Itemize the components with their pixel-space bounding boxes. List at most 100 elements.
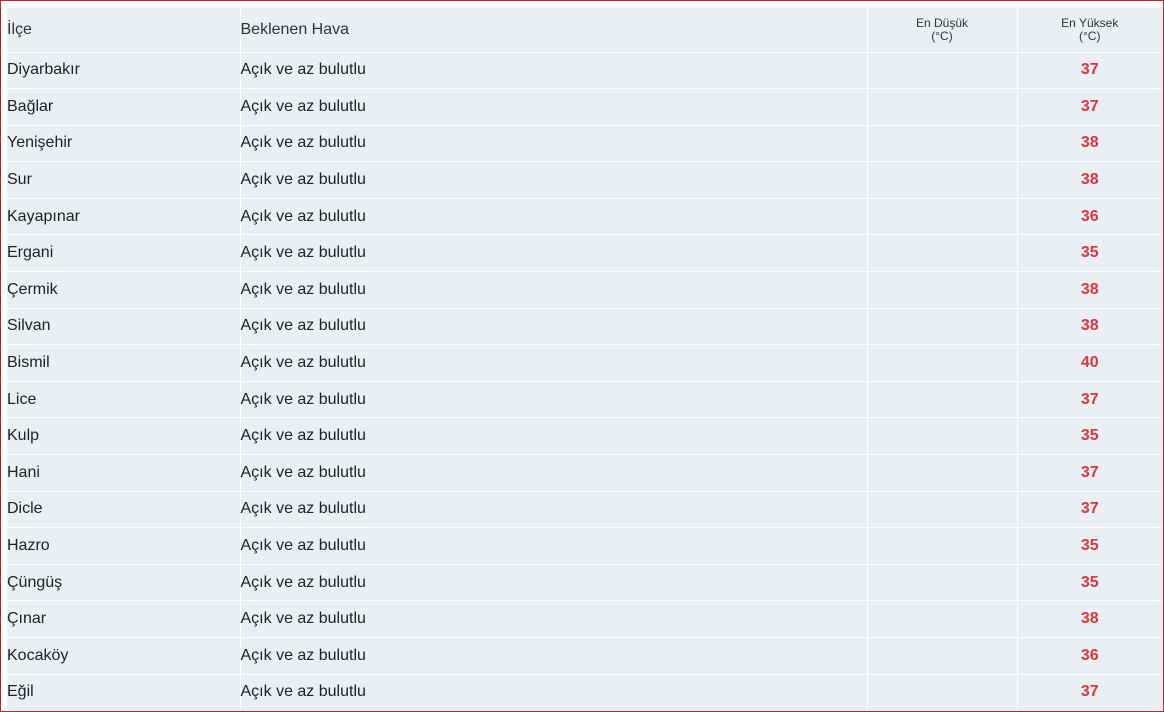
min-temp-cell: [866, 125, 1017, 163]
max-temp-cell: 35: [1016, 527, 1162, 565]
weather-cell: Açık ve az bulutlu: [239, 381, 867, 419]
max-temp-cell: 38: [1016, 161, 1162, 199]
district-cell: Lice: [7, 381, 240, 419]
min-temp-cell: [866, 564, 1017, 602]
min-temp-cell: [866, 454, 1017, 492]
weather-cell: Açık ve az bulutlu: [239, 308, 867, 346]
max-temp-cell: 37: [1016, 454, 1162, 492]
max-temp-cell: 37: [1016, 491, 1162, 529]
weather-cell: Açık ve az bulutlu: [239, 674, 867, 712]
column-header-weather: Beklenen Hava: [239, 8, 867, 53]
min-temp-cell: [866, 527, 1017, 565]
weather-cell: Açık ve az bulutlu: [239, 52, 867, 90]
district-cell: Kayapınar: [7, 198, 240, 236]
weather-cell: Açık ve az bulutlu: [239, 198, 867, 236]
max-temp-cell: 38: [1016, 308, 1162, 346]
district-cell: Hani: [7, 454, 240, 492]
forecast-frame: İlçe Beklenen Hava En Düşük (°C) En Yüks…: [0, 0, 1164, 712]
district-cell: Dicle: [7, 491, 240, 529]
max-temp-header-label: En Yüksek: [1061, 15, 1119, 30]
weather-cell: Açık ve az bulutlu: [239, 88, 867, 126]
table-row: Silvan Açık ve az bulutlu 38: [7, 308, 1162, 346]
max-temp-cell: 38: [1016, 600, 1162, 638]
min-temp-cell: [866, 344, 1017, 382]
max-temp-cell: 35: [1016, 417, 1162, 456]
district-cell: Silvan: [7, 308, 240, 346]
district-cell: Çüngüş: [7, 564, 240, 602]
table-row: Diyarbakır Açık ve az bulutlu 37: [7, 52, 1162, 90]
max-temp-header-unit: (°C): [1079, 28, 1101, 43]
min-temp-cell: [866, 234, 1017, 273]
district-cell: Eğil: [7, 674, 240, 712]
table-row: Çınar Açık ve az bulutlu 38: [7, 600, 1162, 638]
table-row: Hazro Açık ve az bulutlu 35: [7, 527, 1162, 565]
min-temp-cell: [866, 637, 1017, 675]
weather-cell: Açık ve az bulutlu: [239, 344, 867, 382]
table-row: Bağlar Açık ve az bulutlu 37: [7, 88, 1162, 126]
column-header-max-temp: En Yüksek (°C): [1016, 8, 1162, 53]
district-cell: Çermik: [7, 271, 240, 309]
table-row: Ergani Açık ve az bulutlu 35: [7, 234, 1162, 273]
weather-cell: Açık ve az bulutlu: [239, 527, 867, 565]
weather-cell: Açık ve az bulutlu: [239, 271, 867, 309]
table-row: Yenişehir Açık ve az bulutlu 38: [7, 125, 1162, 163]
weather-cell: Açık ve az bulutlu: [239, 161, 867, 199]
table-row: Çüngüş Açık ve az bulutlu 35: [7, 564, 1162, 602]
table-row: Kayapınar Açık ve az bulutlu 36: [7, 198, 1162, 236]
district-cell: Yenişehir: [7, 125, 240, 163]
max-temp-cell: 36: [1016, 637, 1162, 675]
min-temp-cell: [866, 491, 1017, 529]
district-cell: Çınar: [7, 600, 240, 638]
district-cell: Diyarbakır: [7, 52, 240, 90]
max-temp-cell: 36: [1016, 198, 1162, 236]
district-cell: Hazro: [7, 527, 240, 565]
district-cell: Kulp: [7, 417, 240, 456]
min-temp-cell: [866, 600, 1017, 638]
max-temp-cell: 37: [1016, 52, 1162, 90]
min-temp-cell: [866, 308, 1017, 346]
weather-cell: Açık ve az bulutlu: [239, 637, 867, 675]
min-temp-header-label: En Düşük: [915, 15, 969, 30]
min-temp-cell: [866, 417, 1017, 456]
weather-cell: Açık ve az bulutlu: [239, 125, 867, 163]
min-temp-cell: [866, 198, 1017, 236]
weather-cell: Açık ve az bulutlu: [239, 600, 867, 638]
min-temp-cell: [866, 52, 1017, 90]
weather-cell: Açık ve az bulutlu: [239, 564, 867, 602]
max-temp-cell: 40: [1016, 344, 1162, 382]
weather-cell: Açık ve az bulutlu: [239, 234, 867, 273]
district-cell: Sur: [7, 161, 240, 199]
table-body: Diyarbakır Açık ve az bulutlu 37 Bağlar Açık…: [7, 52, 1162, 712]
weather-cell: Açık ve az bulutlu: [239, 417, 867, 456]
min-temp-cell: [866, 674, 1017, 712]
table-row: Dicle Açık ve az bulutlu 37: [7, 491, 1162, 529]
table-row: Bismil Açık ve az bulutlu 40: [7, 344, 1162, 382]
weather-cell: Açık ve az bulutlu: [239, 491, 867, 529]
district-forecast-table: İlçe Beklenen Hava En Düşük (°C) En Yüks…: [7, 8, 1162, 712]
max-temp-cell: 35: [1016, 564, 1162, 602]
max-temp-cell: 37: [1016, 88, 1162, 126]
table-row: Kocaköy Açık ve az bulutlu 36: [7, 637, 1162, 675]
table-row: Sur Açık ve az bulutlu 38: [7, 161, 1162, 199]
min-temp-cell: [866, 271, 1017, 309]
min-temp-cell: [866, 381, 1017, 419]
column-header-min-temp: En Düşük (°C): [866, 8, 1017, 53]
table-header-row: İlçe Beklenen Hava En Düşük (°C) En Yüks…: [7, 8, 1162, 53]
max-temp-cell: 35: [1016, 234, 1162, 273]
min-temp-cell: [866, 161, 1017, 199]
table-row: Lice Açık ve az bulutlu 37: [7, 381, 1162, 419]
max-temp-cell: 38: [1016, 271, 1162, 309]
district-cell: Bismil: [7, 344, 240, 382]
weather-cell: Açık ve az bulutlu: [239, 454, 867, 492]
table-row: Eğil Açık ve az bulutlu 37: [7, 674, 1162, 712]
max-temp-cell: 38: [1016, 125, 1162, 163]
max-temp-cell: 37: [1016, 381, 1162, 419]
min-temp-cell: [866, 88, 1017, 126]
min-temp-header-unit: (°C): [931, 28, 953, 43]
table-row: Çermik Açık ve az bulutlu 38: [7, 271, 1162, 309]
district-cell: Ergani: [7, 234, 240, 273]
table-row: Kulp Açık ve az bulutlu 35: [7, 417, 1162, 456]
district-cell: Kocaköy: [7, 637, 240, 675]
max-temp-cell: 37: [1016, 674, 1162, 712]
table-row: Hani Açık ve az bulutlu 37: [7, 454, 1162, 492]
